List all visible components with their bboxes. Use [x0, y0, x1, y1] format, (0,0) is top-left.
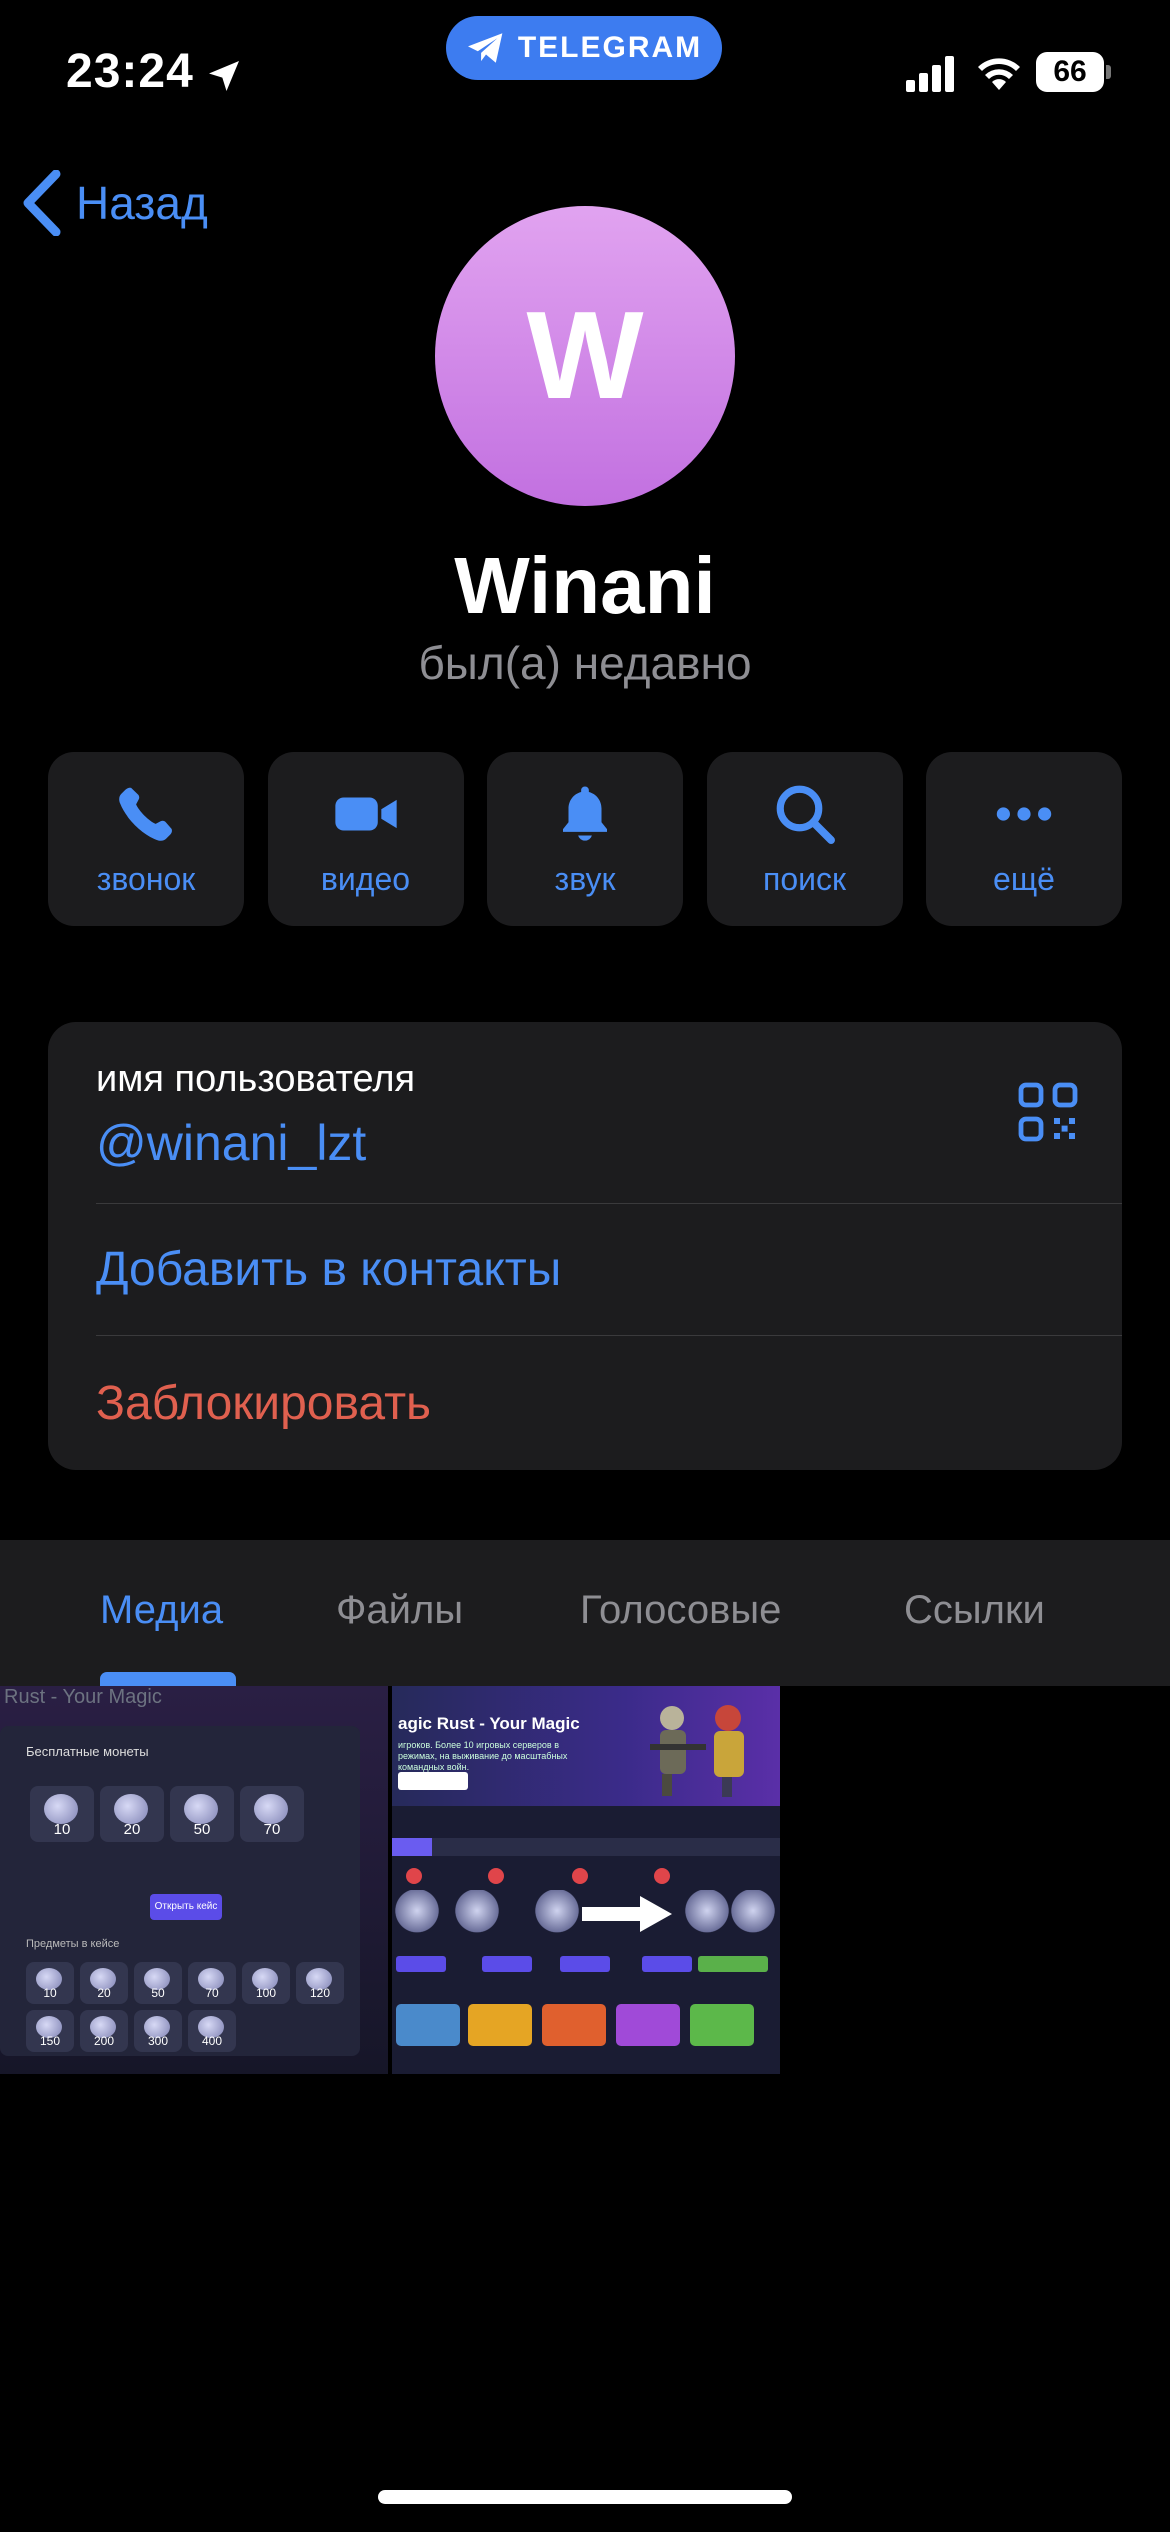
- telegram-pill[interactable]: TELEGRAM: [446, 16, 722, 80]
- coin-item: 100: [242, 1962, 290, 2004]
- coin-item: 20: [80, 1962, 128, 2004]
- chevron-left-icon: [23, 170, 61, 236]
- add-contact-row[interactable]: Добавить в контакты: [96, 1204, 1122, 1336]
- tab-files[interactable]: Файлы: [336, 1588, 463, 1633]
- tab-media[interactable]: Медиа: [100, 1588, 223, 1633]
- tab-links[interactable]: Ссылки: [904, 1588, 1045, 1633]
- thumb1-panel-title: Бесплатные монеты: [26, 1744, 149, 1759]
- media-thumbnail[interactable]: Rust - Your Magic Бесплатные монеты 10 2…: [0, 1686, 388, 2074]
- media-tabs: Медиа Файлы Голосовые Ссылки: [0, 1540, 1170, 1686]
- coin-item: 20: [100, 1786, 164, 1842]
- call-button[interactable]: звонок: [48, 752, 244, 926]
- search-label: поиск: [763, 860, 846, 897]
- home-indicator[interactable]: [378, 2490, 792, 2504]
- username-caption: имя пользователя: [96, 1058, 416, 1100]
- thumb1-panel: Бесплатные монеты 10 20 50 70 Открыть ке…: [0, 1726, 360, 2056]
- avatar[interactable]: W: [435, 206, 735, 506]
- location-arrow-icon: [209, 61, 239, 91]
- coin-item: 50: [170, 1786, 234, 1842]
- status-time: 23:24: [66, 45, 194, 98]
- status-bar: 23:24 TELEGRAM 66: [0, 0, 1170, 140]
- username-row[interactable]: имя пользователя @winani_lzt: [96, 1022, 1122, 1204]
- signal-icon: [906, 56, 954, 92]
- video-camera-icon: [334, 797, 397, 830]
- tab-voice[interactable]: Голосовые: [580, 1588, 781, 1633]
- media-thumbnail[interactable]: agic Rust - Your Magic игроков. Более 10…: [392, 1686, 780, 2074]
- video-label: видео: [320, 860, 411, 897]
- coin-item: 70: [240, 1786, 304, 1842]
- info-card: имя пользователя @winani_lzt Добавить в …: [48, 1022, 1122, 1470]
- coin-item: 70: [188, 1962, 236, 2004]
- back-label: Назад: [76, 177, 208, 229]
- coin-item: 400: [188, 2010, 236, 2052]
- block-button[interactable]: Заблокировать: [96, 1376, 431, 1431]
- search-icon: [776, 785, 835, 844]
- more-label: ещё: [993, 860, 1055, 897]
- sound-label: звук: [554, 860, 616, 897]
- wifi-icon: [978, 58, 1020, 90]
- more-dots-icon: [996, 806, 1052, 821]
- arrow-right-icon: [582, 1896, 672, 1932]
- coin-item: 150: [26, 2010, 74, 2052]
- thumb1-heading: Rust - Your Magic: [4, 1686, 162, 1708]
- more-button[interactable]: ещё: [926, 752, 1122, 926]
- coin-item: 120: [296, 1962, 344, 2004]
- thumb2-desc: игроков. Более 10 игровых серверов в реж…: [398, 1740, 568, 1772]
- coin-item: 300: [134, 2010, 182, 2052]
- action-buttons: звонок видео звук поиск ещё: [48, 752, 1122, 926]
- media-grid: Rust - Your Magic Бесплатные монеты 10 2…: [0, 1686, 1170, 2074]
- video-button[interactable]: видео: [267, 752, 464, 926]
- telegram-pill-label: TELEGRAM: [517, 31, 703, 64]
- thumb2-banner: agic Rust - Your Magic игроков. Более 10…: [392, 1686, 780, 1806]
- thumb2-title: agic Rust - Your Magic: [398, 1714, 580, 1733]
- coin-item: 200: [80, 2010, 128, 2052]
- username-value[interactable]: @winani_lzt: [96, 1114, 366, 1172]
- characters-illustration: [650, 1705, 744, 1797]
- thumb1-subheading: Предметы в кейсе: [26, 1938, 120, 1950]
- search-button[interactable]: поиск: [706, 752, 903, 926]
- coin-item: 10: [30, 1786, 94, 1842]
- thumb1-button: Открыть кейс: [150, 1894, 222, 1920]
- avatar-letter: W: [526, 287, 644, 425]
- coin-item: 10: [26, 1962, 74, 2004]
- sound-button[interactable]: звук: [487, 752, 683, 926]
- telegram-icon: [467, 33, 503, 63]
- block-row[interactable]: Заблокировать: [96, 1336, 1122, 1470]
- profile-name: Winani: [454, 541, 716, 630]
- active-tab-indicator: [100, 1672, 236, 1686]
- bell-icon: [563, 786, 607, 841]
- coin-item: 50: [134, 1962, 182, 2004]
- back-button[interactable]: Назад: [22, 170, 208, 236]
- last-seen-status: был(а) недавно: [418, 637, 752, 689]
- add-contact-button[interactable]: Добавить в контакты: [96, 1242, 561, 1297]
- battery-icon: 66: [1036, 52, 1112, 92]
- phone-icon: [119, 787, 172, 841]
- qr-code-icon[interactable]: [1018, 1082, 1078, 1142]
- call-label: звонок: [96, 860, 196, 897]
- battery-level: 66: [1053, 55, 1087, 88]
